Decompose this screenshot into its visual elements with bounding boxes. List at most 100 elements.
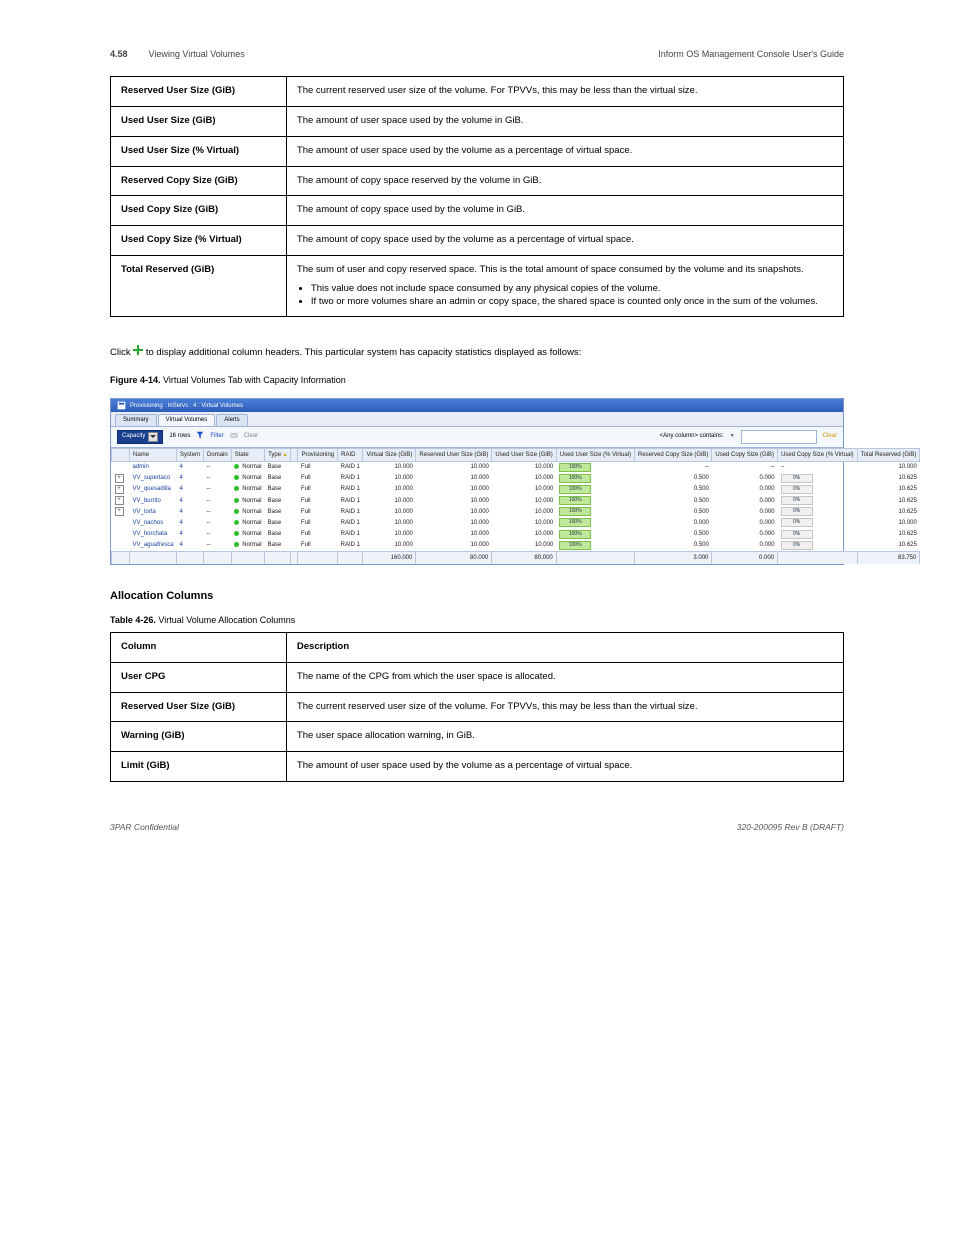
usage-bar: 100% bbox=[559, 518, 591, 527]
tab-alerts[interactable]: Alerts bbox=[216, 414, 247, 425]
table-row[interactable]: +VV_supertaco4--NormalBaseFullRAID 110.0… bbox=[112, 473, 920, 484]
uus-cell: 10.000 bbox=[492, 473, 556, 484]
rcs-cell: 0.500 bbox=[635, 540, 712, 552]
cell bbox=[291, 529, 298, 540]
type-cell: Base bbox=[265, 461, 291, 473]
provisioning-cell: Full bbox=[298, 517, 338, 528]
provisioning-cell: Full bbox=[298, 484, 338, 495]
vs-cell: 10.000 bbox=[363, 540, 416, 552]
table-row[interactable]: +VV_burrito4--NormalBaseFullRAID 110.000… bbox=[112, 495, 920, 506]
tab-virtual-volumes[interactable]: Virtual Volumes bbox=[158, 414, 216, 425]
clear-link[interactable]: Clear bbox=[244, 432, 258, 440]
rcs-cell: 0.500 bbox=[635, 529, 712, 540]
cell bbox=[291, 461, 298, 473]
uuspct-cell: 100% bbox=[556, 484, 634, 495]
rus-cell: 10.000 bbox=[416, 484, 492, 495]
name-cell: VV_aguafresca bbox=[130, 540, 177, 552]
column-header[interactable] bbox=[112, 448, 130, 461]
rus-cell: 10.000 bbox=[416, 540, 492, 552]
usage-bar: 0% bbox=[781, 474, 813, 483]
column-header[interactable]: Provisioning bbox=[298, 448, 338, 461]
term-cell: Used Copy Size (% Virtual) bbox=[111, 226, 287, 256]
row-count: 16 rows bbox=[169, 432, 190, 440]
totals-cell: 80.000 bbox=[416, 551, 492, 564]
usage-bar: 0% bbox=[781, 541, 813, 550]
filter-input[interactable] bbox=[741, 430, 817, 444]
table-row[interactable]: VV_nachos4--NormalBaseFullRAID 110.00010… bbox=[112, 517, 920, 528]
tab-summary[interactable]: Summary bbox=[115, 414, 157, 425]
table-row: Used User Size (% Virtual)The amount of … bbox=[111, 136, 844, 166]
cell bbox=[291, 540, 298, 552]
column-header[interactable]: Reserved User Size (GiB) bbox=[416, 448, 492, 461]
table-header-row: Column Description bbox=[111, 633, 844, 663]
capacity-definitions-table: Reserved User Size (GiB)The current rese… bbox=[110, 76, 844, 317]
expand-icon[interactable]: + bbox=[115, 474, 124, 483]
column-header[interactable]: RAID bbox=[338, 448, 363, 461]
raid-cell: RAID 1 bbox=[338, 495, 363, 506]
status-dot-icon bbox=[234, 498, 239, 503]
ucs-cell: 0.000 bbox=[712, 473, 778, 484]
ucspct-cell: 0% bbox=[778, 484, 858, 495]
cell bbox=[291, 506, 298, 517]
state-cell: Normal bbox=[231, 529, 264, 540]
table-row[interactable]: VV_aguafresca4--NormalBaseFullRAID 110.0… bbox=[112, 540, 920, 552]
raid-cell: RAID 1 bbox=[338, 473, 363, 484]
expand-icon[interactable]: + bbox=[115, 496, 124, 505]
raid-cell: RAID 1 bbox=[338, 506, 363, 517]
totals-cell bbox=[291, 551, 298, 564]
figure-lead: Click to display additional column heade… bbox=[110, 345, 844, 360]
column-header[interactable]: Reserved Copy Size (GiB) bbox=[635, 448, 712, 461]
table-row[interactable]: admin4--NormalBaseFullRAID 110.00010.000… bbox=[112, 461, 920, 473]
column-header[interactable]: Used User Size (GiB) bbox=[492, 448, 556, 461]
system-cell: 4 bbox=[177, 495, 204, 506]
table-row[interactable]: +VV_quesadilla4--NormalBaseFullRAID 110.… bbox=[112, 484, 920, 495]
status-dot-icon bbox=[234, 464, 239, 469]
clear-icon bbox=[230, 431, 238, 442]
expand-icon[interactable]: + bbox=[115, 485, 124, 494]
table-row[interactable]: VV_horchata4--NormalBaseFullRAID 110.000… bbox=[112, 529, 920, 540]
footer-company: 3PAR Confidential bbox=[110, 822, 179, 833]
type-cell: Base bbox=[265, 495, 291, 506]
ucspct-cell: 0% bbox=[778, 529, 858, 540]
clear-filter-link[interactable]: Clear bbox=[823, 432, 837, 440]
column-header[interactable]: Used Copy Size (GiB) bbox=[712, 448, 778, 461]
column-header[interactable]: Domain bbox=[204, 448, 232, 461]
column-header[interactable]: Used Copy Size (% Virtual) bbox=[778, 448, 858, 461]
column-header[interactable]: State bbox=[231, 448, 264, 461]
desc-cell: The amount of user space used by the vol… bbox=[286, 752, 843, 782]
system-cell: 4 bbox=[177, 529, 204, 540]
sort-asc-icon: ▲ bbox=[281, 452, 287, 458]
view-dropdown[interactable]: Capacity bbox=[117, 430, 163, 444]
filter-icon bbox=[196, 431, 204, 442]
provisioning-cell: Full bbox=[298, 473, 338, 484]
screenshot-virtual-volumes: Provisioning : InServs : 4 : Virtual Vol… bbox=[110, 398, 844, 565]
term-cell: Reserved User Size (GiB) bbox=[111, 77, 287, 107]
total-cell: 10.625 bbox=[857, 473, 920, 484]
column-header[interactable]: Name bbox=[130, 448, 177, 461]
uus-cell: 10.000 bbox=[492, 461, 556, 473]
totals-cell: 160.000 bbox=[363, 551, 416, 564]
table-row[interactable]: +VV_torta4--NormalBaseFullRAID 110.00010… bbox=[112, 506, 920, 517]
status-dot-icon bbox=[234, 486, 239, 491]
column-header[interactable]: Type ▲ bbox=[265, 448, 291, 461]
column-header[interactable]: Used User Size (% Virtual) bbox=[556, 448, 634, 461]
totals-cell bbox=[778, 551, 858, 564]
desc-cell: The amount of copy space reserved by the… bbox=[286, 166, 843, 196]
rcs-cell: 0.500 bbox=[635, 495, 712, 506]
filter-link[interactable]: Filter bbox=[210, 432, 223, 440]
page-footer: 3PAR Confidential 320-200095 Rev B (DRAF… bbox=[110, 822, 844, 833]
name-cell: admin bbox=[130, 461, 177, 473]
uuspct-cell: 100% bbox=[556, 517, 634, 528]
usage-bar: 100% bbox=[559, 485, 591, 494]
uus-cell: 10.000 bbox=[492, 540, 556, 552]
expand-icon[interactable]: + bbox=[115, 507, 124, 516]
column-header[interactable] bbox=[291, 448, 298, 461]
column-header[interactable]: Virtual Size (GiB) bbox=[363, 448, 416, 461]
column-header[interactable]: Total Reserved (GiB) bbox=[857, 448, 920, 461]
domain-cell: -- bbox=[204, 506, 232, 517]
desc-cell: The name of the CPG from which the user … bbox=[286, 662, 843, 692]
usage-bar: 100% bbox=[559, 507, 591, 516]
column-header[interactable]: System bbox=[177, 448, 204, 461]
name-cell: VV_burrito bbox=[130, 495, 177, 506]
rcs-cell: 0.500 bbox=[635, 484, 712, 495]
